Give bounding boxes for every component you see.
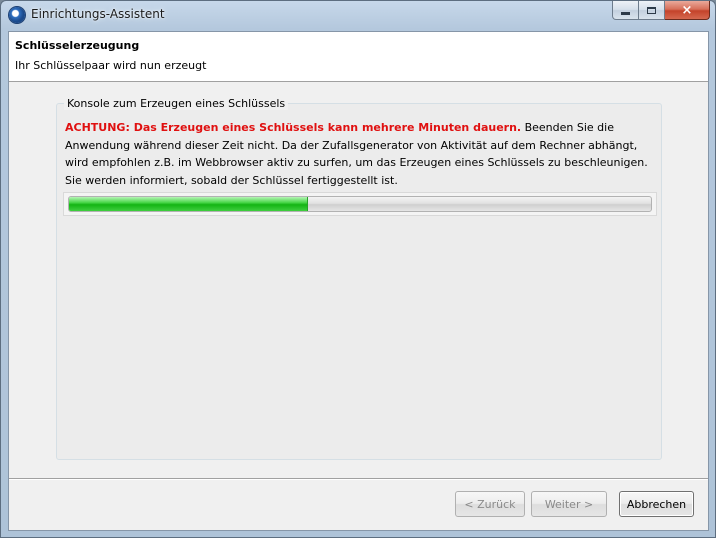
console-message: ACHTUNG: Das Erzeugen eines Schlüssels k… xyxy=(65,119,655,189)
wizard-header: Schlüsselerzeugung Ihr Schlüsselpaar wir… xyxy=(9,32,708,82)
page-subtitle: Ihr Schlüsselpaar wird nun erzeugt xyxy=(15,59,207,72)
app-logo-icon xyxy=(9,7,25,23)
maximize-button[interactable] xyxy=(639,1,665,20)
page-title: Schlüsselerzeugung xyxy=(15,39,140,52)
progress-fill xyxy=(69,197,308,211)
console-group-label: Konsole zum Erzeugen eines Schlüssels xyxy=(64,97,289,110)
warning-text: ACHTUNG: Das Erzeugen eines Schlüssels k… xyxy=(65,121,522,134)
progress-bar xyxy=(68,196,652,212)
window-title: Einrichtungs-Assistent xyxy=(31,7,165,21)
close-button[interactable]: × xyxy=(665,1,710,20)
back-button[interactable]: < Zurück xyxy=(455,491,525,517)
footer-divider xyxy=(9,478,708,480)
next-button[interactable]: Weiter > xyxy=(531,491,607,517)
setup-wizard-window: Einrichtungs-Assistent × Schlüsselerzeug… xyxy=(0,0,716,538)
minimize-button[interactable] xyxy=(612,1,639,20)
caption-buttons: × xyxy=(612,1,710,21)
wizard-client-area: Schlüsselerzeugung Ihr Schlüsselpaar wir… xyxy=(8,31,709,531)
minimize-icon xyxy=(621,11,630,15)
close-icon: × xyxy=(681,2,693,18)
maximize-icon xyxy=(647,6,656,14)
title-bar[interactable]: Einrichtungs-Assistent × xyxy=(1,1,715,29)
cancel-button[interactable]: Abbrechen xyxy=(619,491,694,517)
